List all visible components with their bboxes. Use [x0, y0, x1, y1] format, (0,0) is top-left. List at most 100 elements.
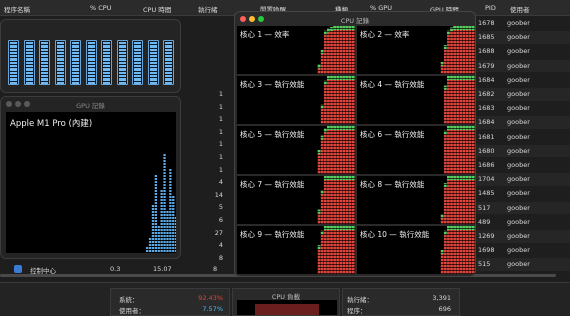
column-pid[interactable]: PID: [485, 4, 496, 12]
thread-summary: 執行緒： 3,391 程序： 696: [342, 288, 460, 316]
gpu-meter-segment: [41, 81, 48, 84]
gpu-meter-segment: [165, 48, 172, 51]
core-user-bar: [317, 245, 321, 250]
segment-line: [357, 152, 475, 153]
gpu-history-bar: [172, 214, 175, 216]
gpu-meter-segment: [118, 71, 126, 74]
gpu-history-bar: [163, 241, 166, 243]
core-load-bar: [342, 26, 346, 74]
table-row[interactable]: 1485 goober: [474, 187, 570, 200]
core-label: 核心 4 — 執行效能: [360, 80, 425, 89]
cpu-history-window[interactable]: CPU 記錄 核心 1 — 效率 核心 2 — 效率 核心 3 — 執行效能 核心 4…: [234, 11, 476, 277]
gpu-history-bar: [163, 217, 166, 219]
core-load-bar: [339, 76, 343, 124]
table-row[interactable]: 1704 goober: [474, 173, 570, 186]
segment-line: [237, 61, 355, 62]
table-row[interactable]: 1269 goober: [474, 230, 570, 243]
column-process-name[interactable]: 程序名稱: [4, 4, 30, 14]
core-load-bar: [471, 126, 475, 174]
segment-line: [357, 40, 475, 41]
threads-cell: 1: [218, 153, 223, 161]
gpu-meter-segment: [25, 65, 33, 68]
gpu-meter-segment: [41, 45, 48, 48]
gpu-history-bar: [163, 193, 166, 195]
table-row[interactable]: 1681 goober: [474, 131, 570, 144]
gpu-meters-window[interactable]: [0, 19, 181, 93]
core-load-bar: [336, 226, 340, 274]
process-table-right: 1678 goober 1685 goober 1688 goober 1679 goober…: [474, 17, 570, 279]
gpu-history-bar: [163, 163, 166, 165]
gpu-meter-segment: [103, 81, 110, 84]
gpu-history-bar: [154, 244, 157, 246]
gpu-meter-segment: [103, 71, 110, 74]
gpu-meter-segment: [149, 81, 157, 84]
gpu-history-bar: [175, 250, 176, 252]
gpu-meter-segment: [103, 61, 110, 65]
core-user-bar: [323, 128, 327, 133]
table-row[interactable]: 1685 goober: [474, 31, 570, 44]
column-user[interactable]: 使用者: [510, 4, 530, 14]
segment-line: [357, 108, 475, 109]
core-load-bar: [327, 226, 330, 274]
gpu-history-bar: [151, 244, 155, 246]
table-row[interactable]: 517 goober: [474, 201, 570, 215]
table-row[interactable]: 1678 goober: [474, 17, 570, 30]
gpu-meter: [163, 40, 174, 85]
core-load-bar: [453, 126, 456, 174]
segment-line: [357, 140, 475, 141]
column-cpu-pct[interactable]: % CPU: [90, 4, 111, 12]
segment-line: [357, 90, 475, 91]
gpu-meter-segment: [25, 68, 33, 71]
gpu-history-bar: [154, 235, 157, 237]
table-row[interactable]: 1698 goober: [474, 244, 570, 257]
core-history-cell: 核心 8 — 執行效能: [357, 176, 475, 224]
gpu-meter-segment: [56, 58, 64, 61]
segment-line: [357, 252, 475, 253]
gpu-history-bar: [172, 217, 175, 219]
column-cpu-time[interactable]: CPU 時間: [143, 4, 171, 14]
core-load-bar: [447, 76, 450, 124]
segment-line: [357, 223, 475, 224]
table-row[interactable]: 1684 goober: [474, 74, 570, 87]
core-load-bar: [443, 183, 447, 224]
gpu-history-bar: [154, 223, 157, 225]
table-row[interactable]: 1686 goober: [474, 159, 570, 172]
core-load-bar: [351, 76, 355, 124]
core-load-bar: [342, 176, 346, 224]
table-row[interactable]: 1679 goober: [474, 59, 570, 73]
core-load-bar: [351, 176, 355, 224]
gpu-meter-segment: [165, 58, 172, 61]
core-load-bar: [462, 76, 466, 124]
threads-cell: 8: [218, 253, 223, 262]
segment-line: [237, 43, 355, 44]
column-threads[interactable]: 執行緒: [198, 4, 218, 14]
gpu-meter-segment: [103, 42, 110, 45]
table-row[interactable]: 1680 goober: [474, 144, 570, 158]
user-cell: goober: [507, 75, 530, 84]
core-load-bar: [456, 176, 460, 224]
gpu-meter-segment: [87, 58, 95, 61]
gpu-meter-segment: [87, 71, 95, 74]
core-load-bar: [456, 126, 460, 174]
table-row[interactable]: 1682 goober: [474, 88, 570, 101]
segment-line: [237, 202, 355, 203]
gpu-history-bar: [163, 184, 166, 186]
user-cell: goober: [507, 33, 530, 42]
table-row[interactable]: 1684 goober: [474, 116, 570, 129]
table-row[interactable]: 489 goober: [474, 216, 570, 229]
gpu-meter: [85, 40, 97, 85]
window-title: CPU 記錄: [340, 17, 370, 25]
table-row[interactable]: 515 goober: [474, 258, 570, 271]
segment-line: [237, 52, 355, 53]
table-row[interactable]: 1683 goober: [474, 102, 570, 115]
gpu-history-window[interactable]: GPU 記錄 Apple M1 Pro (內建): [0, 96, 181, 259]
gpu-meter: [116, 40, 128, 85]
segment-line: [357, 246, 475, 247]
table-row[interactable]: 1688 goober: [474, 45, 570, 58]
threads-cell: 1: [218, 102, 223, 111]
gpu-history-bar: [154, 193, 157, 195]
gpu-history-bar: [160, 208, 163, 210]
gpu-history-bar: [175, 235, 176, 237]
gpu-meter-segment: [149, 48, 157, 51]
gpu-history-bar: [160, 199, 163, 201]
